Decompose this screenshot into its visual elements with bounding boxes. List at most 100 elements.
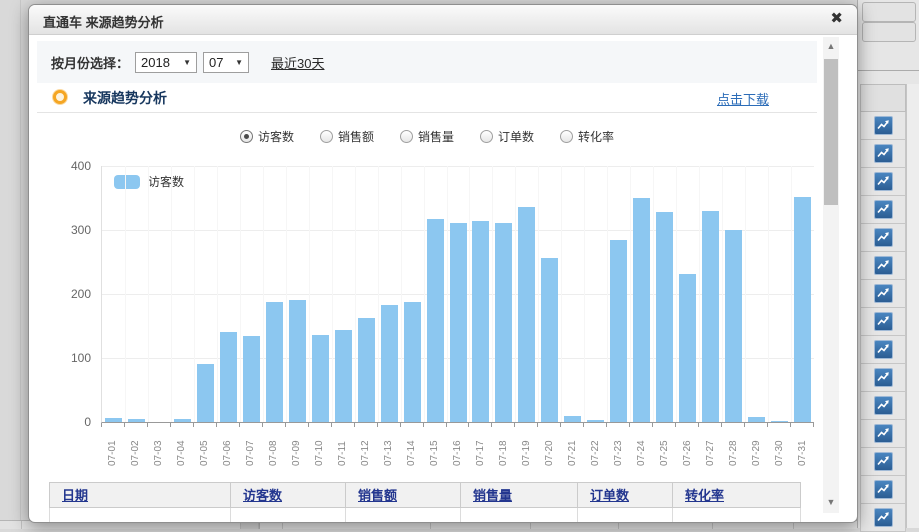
trend-chart-icon[interactable] xyxy=(874,144,893,163)
scrollbar-thumb[interactable] xyxy=(824,59,838,205)
trend-chart-icon[interactable] xyxy=(874,340,893,359)
trend-chart-icon[interactable] xyxy=(874,312,893,331)
download-link[interactable]: 点击下载 xyxy=(717,89,769,108)
metric-radio-group: 访客数 销售额 销售量 订单数 转化率 xyxy=(37,125,817,147)
scroll-up-icon[interactable]: ▲ xyxy=(823,39,839,53)
gridline xyxy=(791,166,792,422)
trend-chart-icon[interactable] xyxy=(874,480,893,499)
x-axis-label: 07-04 xyxy=(176,440,187,466)
trend-chart-icon[interactable] xyxy=(874,200,893,219)
trend-chart-icon[interactable] xyxy=(874,368,893,387)
bar-07-05[interactable] xyxy=(197,364,214,422)
metric-radio-销售量[interactable]: 销售量 xyxy=(400,128,454,145)
sort-link-访客数[interactable]: 访客数 xyxy=(243,488,282,503)
dialog-scrollbar[interactable]: ▲ ▼ xyxy=(823,37,839,513)
bar-07-11[interactable] xyxy=(335,330,352,422)
metric-radio-转化率[interactable]: 转化率 xyxy=(560,128,614,145)
month-select[interactable]: 07 ▼ xyxy=(203,52,249,73)
close-icon[interactable]: ✖ xyxy=(830,10,843,28)
bar-07-14[interactable] xyxy=(404,302,421,422)
bar-07-23[interactable] xyxy=(610,240,627,422)
axis-tick xyxy=(193,423,194,427)
sort-link-日期[interactable]: 日期 xyxy=(62,488,88,503)
radio-icon xyxy=(560,130,573,143)
metric-radio-销售额[interactable]: 销售额 xyxy=(320,128,374,145)
background-table xyxy=(857,0,919,528)
bar-07-08[interactable] xyxy=(266,302,283,422)
trend-chart-icon[interactable] xyxy=(874,284,893,303)
trend-chart-icon[interactable] xyxy=(874,396,893,415)
axis-tick xyxy=(652,423,653,427)
bar-07-12[interactable] xyxy=(358,318,375,422)
table-header-row: 日期 访客数 销售额 销售量 订单数 转化率 xyxy=(49,482,801,508)
background-table-row xyxy=(860,140,906,168)
metric-radio-订单数[interactable]: 订单数 xyxy=(480,128,534,145)
bar-07-19[interactable] xyxy=(518,207,535,422)
trend-chart-icon[interactable] xyxy=(874,116,893,135)
metric-radio-访客数[interactable]: 访客数 xyxy=(240,128,294,145)
axis-tick xyxy=(308,423,309,427)
x-axis-label: 07-14 xyxy=(406,440,417,466)
y-axis-label: 300 xyxy=(29,223,91,237)
sort-link-销售额[interactable]: 销售额 xyxy=(358,488,397,503)
gridline xyxy=(148,166,149,422)
bar-07-07[interactable] xyxy=(243,336,260,422)
table-header-cell: 销售量 xyxy=(461,482,578,508)
chevron-down-icon: ▼ xyxy=(183,58,191,67)
x-axis-label: 07-28 xyxy=(728,440,739,466)
metric-radio-label: 转化率 xyxy=(578,128,614,145)
table-header-cell: 订单数 xyxy=(578,482,673,508)
scroll-down-icon[interactable]: ▼ xyxy=(823,495,839,509)
recent-30-days-link[interactable]: 最近30天 xyxy=(271,53,324,72)
x-axis-label: 07-30 xyxy=(774,440,785,466)
background-table-row xyxy=(860,476,906,504)
gridline xyxy=(194,166,195,422)
trend-chart-icon[interactable] xyxy=(874,508,893,527)
sort-link-销售量[interactable]: 销售量 xyxy=(473,488,512,503)
year-select[interactable]: 2018 ▼ xyxy=(135,52,197,73)
gridline xyxy=(768,166,769,422)
bar-07-17[interactable] xyxy=(472,221,489,422)
gridline xyxy=(401,166,402,422)
bar-07-24[interactable] xyxy=(633,198,650,422)
bar-07-26[interactable] xyxy=(679,274,696,422)
background-table-row xyxy=(860,252,906,280)
trend-chart-icon[interactable] xyxy=(874,424,893,443)
axis-tick xyxy=(239,423,240,427)
table-cell xyxy=(346,508,461,522)
bar-07-31[interactable] xyxy=(794,197,811,422)
table-header-cell: 销售额 xyxy=(346,482,461,508)
trend-chart-icon[interactable] xyxy=(874,228,893,247)
gridline xyxy=(240,166,241,422)
bar-07-15[interactable] xyxy=(427,219,444,422)
gridline xyxy=(699,166,700,422)
metric-radio-label: 销售额 xyxy=(338,128,374,145)
sort-link-转化率[interactable]: 转化率 xyxy=(685,488,724,503)
axis-tick xyxy=(537,423,538,427)
y-axis-label: 100 xyxy=(29,351,91,365)
bar-07-09[interactable] xyxy=(289,300,306,422)
bar-07-16[interactable] xyxy=(450,223,467,422)
bar-07-20[interactable] xyxy=(541,258,558,422)
background-table-row xyxy=(860,196,906,224)
bar-07-25[interactable] xyxy=(656,212,673,422)
background-table-row xyxy=(860,392,906,420)
trend-chart-icon[interactable] xyxy=(874,256,893,275)
x-axis-label: 07-08 xyxy=(268,440,279,466)
trend-chart-icon[interactable] xyxy=(874,452,893,471)
x-axis-label: 07-10 xyxy=(314,440,325,466)
x-axis-label: 07-20 xyxy=(544,440,555,466)
bar-07-13[interactable] xyxy=(381,305,398,422)
trend-chart-icon[interactable] xyxy=(874,172,893,191)
bar-07-27[interactable] xyxy=(702,211,719,422)
axis-tick xyxy=(101,423,102,427)
background-table-row xyxy=(860,420,906,448)
legend-label: 访客数 xyxy=(148,173,184,190)
sort-link-订单数[interactable]: 订单数 xyxy=(590,488,629,503)
bar-07-06[interactable] xyxy=(220,332,237,422)
bar-07-18[interactable] xyxy=(495,223,512,422)
bar-07-28[interactable] xyxy=(725,230,742,422)
axis-tick xyxy=(170,423,171,427)
gridline xyxy=(217,166,218,422)
bar-07-10[interactable] xyxy=(312,335,329,422)
